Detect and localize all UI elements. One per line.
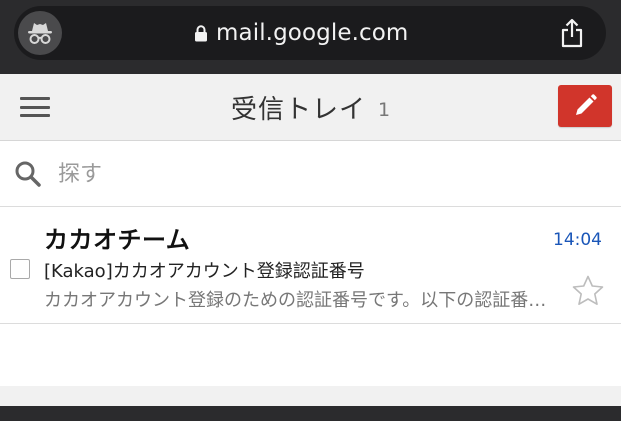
incognito-icon	[28, 23, 52, 44]
unread-count-badge: 1	[377, 99, 391, 121]
hamburger-menu-button[interactable]	[20, 94, 50, 120]
search-icon	[15, 161, 41, 187]
search-input[interactable]	[58, 155, 578, 193]
browser-toolbar: mail.google.com	[0, 0, 621, 74]
message-checkbox[interactable]	[10, 259, 30, 279]
browser-bottom-bar	[0, 406, 621, 421]
message-sender: カカオチーム	[44, 226, 191, 254]
menu-bar-line	[20, 105, 50, 109]
list-item[interactable]: カカオチーム 14:04 [Kakao]カカオアカウント登録認証番号 カカオアカ…	[0, 207, 621, 324]
app-header: 受信トレイ 1	[0, 74, 621, 141]
page-title: 受信トレイ	[230, 94, 366, 125]
menu-bar-line	[20, 97, 50, 100]
lock-icon	[194, 24, 208, 42]
message-snippet: カカオアカウント登録のための認証番号です。以下の認証番号を入力してください。	[44, 290, 552, 311]
url-text: mail.google.com	[216, 20, 409, 46]
message-time: 14:04	[553, 230, 602, 250]
star-button[interactable]	[570, 273, 606, 309]
url-display[interactable]: mail.google.com	[194, 6, 408, 60]
pencil-icon	[576, 94, 597, 115]
share-icon	[561, 18, 583, 48]
star-icon	[572, 275, 604, 305]
incognito-button[interactable]	[18, 11, 62, 55]
address-bar[interactable]: mail.google.com	[14, 6, 606, 60]
menu-bar-line	[20, 114, 50, 117]
search-bar	[0, 141, 621, 207]
gmail-app: 受信トレイ 1 カカオチーム 14:04 [Kakao]カカオアカウント登録認証…	[0, 74, 621, 386]
share-button[interactable]	[558, 18, 586, 48]
compose-button[interactable]	[558, 85, 612, 127]
message-subject: [Kakao]カカオアカウント登録認証番号	[44, 261, 365, 282]
inbox-title-group: 受信トレイ 1	[0, 74, 621, 140]
